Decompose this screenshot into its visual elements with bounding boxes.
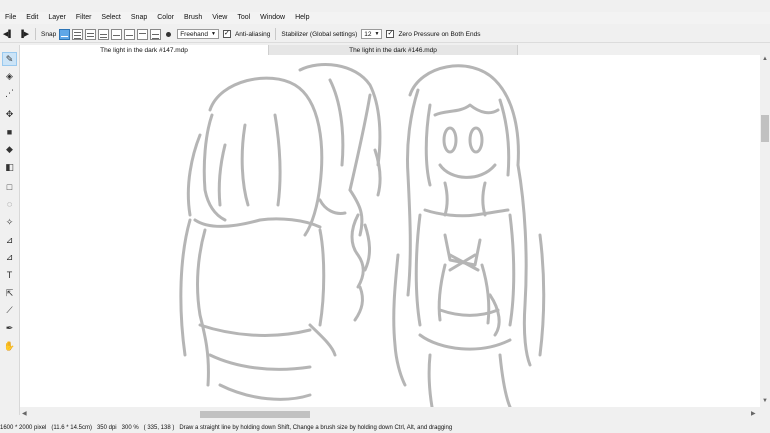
- status-bar: 1600 * 2000 pixel (11.6 * 14.5cm) 350 dp…: [0, 423, 770, 433]
- dpi-text: 350 dpi: [96, 425, 117, 431]
- snap-curve-icon[interactable]: [137, 28, 149, 40]
- hint-text: Draw a straight line by holding down Shi…: [179, 425, 453, 431]
- canvas-size-cm-text: (11.6 * 14.5cm): [51, 425, 92, 431]
- snap-parallel-icon[interactable]: [72, 28, 84, 40]
- horizontal-scroll-thumb[interactable]: [200, 411, 310, 418]
- menu-snap[interactable]: Snap: [126, 12, 152, 24]
- menu-file[interactable]: File: [0, 12, 21, 24]
- document-tabs: The light in the dark #147.mdp The light…: [20, 45, 760, 55]
- pen-tool-icon[interactable]: ✎: [2, 52, 17, 66]
- select-pen-tool-icon[interactable]: ⊿: [2, 233, 17, 247]
- magic-wand-tool-icon[interactable]: ✧: [2, 215, 17, 229]
- snap-radial-icon[interactable]: [111, 28, 123, 40]
- zero-pressure-label: Zero Pressure on Both Ends: [398, 30, 481, 38]
- chevron-down-icon: ▼: [374, 31, 380, 37]
- dot-tool-icon[interactable]: ⋰: [2, 86, 17, 100]
- chevron-down-icon: ▼: [211, 31, 216, 37]
- snap-label: Snap: [41, 30, 57, 38]
- stabilizer-value: 12: [364, 30, 372, 38]
- brush-mode-value: Freehand: [180, 30, 209, 38]
- menu-bar: File Edit Layer Filter Select Snap Color Brush V…: [0, 12, 770, 24]
- menu-filter[interactable]: Filter: [71, 12, 97, 24]
- menu-color[interactable]: Color: [152, 12, 179, 24]
- drawing-canvas[interactable]: [20, 55, 760, 407]
- eraser-tool-icon[interactable]: ◈: [2, 69, 17, 83]
- snap-circle-icon[interactable]: [124, 28, 136, 40]
- snap-perspective-icon[interactable]: [150, 28, 162, 40]
- divide-tool-icon[interactable]: ⟋: [2, 303, 17, 317]
- eyedropper-tool-icon[interactable]: ✒: [2, 321, 17, 335]
- canvas-size-text: 1600 * 2000 pixel: [0, 425, 47, 431]
- menu-layer[interactable]: Layer: [43, 12, 71, 24]
- antialias-checkbox[interactable]: ✓: [222, 30, 231, 38]
- stabilizer-select[interactable]: 12 ▼: [361, 29, 383, 39]
- tab-document-147[interactable]: The light in the dark #147.mdp: [20, 45, 269, 55]
- cursor-coords-text: ( 335, 138 ): [143, 425, 175, 431]
- select-eraser-tool-icon[interactable]: ⊿: [2, 250, 17, 264]
- text-tool-icon[interactable]: T: [2, 268, 17, 282]
- scroll-left-icon[interactable]: ◀: [22, 410, 27, 417]
- operation-tool-icon[interactable]: ⇱: [2, 286, 17, 300]
- toolbar-separator: [35, 28, 36, 40]
- menu-window[interactable]: Window: [255, 12, 290, 24]
- bucket-tool-icon[interactable]: ◆: [2, 142, 17, 156]
- menu-select[interactable]: Select: [96, 12, 125, 24]
- toolbar-separator: [275, 28, 277, 40]
- snap-off-icon[interactable]: [59, 28, 71, 40]
- tab-document-146[interactable]: The light in the dark #146.mdp: [269, 45, 518, 55]
- next-canvas-button[interactable]: ▐▶: [16, 28, 32, 41]
- zero-pressure-checkbox[interactable]: ✓: [386, 30, 395, 38]
- gradient-tool-icon[interactable]: ◧: [2, 160, 17, 174]
- scroll-right-icon[interactable]: ▶: [751, 410, 756, 417]
- select-tool-icon[interactable]: □: [2, 180, 17, 194]
- snap-grid-icon[interactable]: [85, 28, 97, 40]
- lasso-tool-icon[interactable]: ◌: [2, 197, 17, 211]
- vertical-scrollbar[interactable]: ▲ ▼: [760, 55, 770, 407]
- menu-view[interactable]: View: [207, 12, 232, 24]
- move-tool-icon[interactable]: ✥: [2, 107, 17, 121]
- scroll-up-icon[interactable]: ▲: [762, 56, 768, 62]
- antialias-label: Anti-aliasing: [234, 30, 271, 38]
- menu-edit[interactable]: Edit: [21, 12, 43, 24]
- toolbar: ◀▌ ▐▶ Snap Freehand ▼ ✓ Anti-aliasing Sta…: [0, 26, 770, 43]
- sketch-artwork: [179, 63, 546, 407]
- brush-mode-select[interactable]: Freehand ▼: [177, 29, 219, 39]
- vertical-scroll-thumb[interactable]: [761, 115, 769, 142]
- stabilizer-label: Stabilizer (Global settings): [281, 30, 358, 38]
- menu-help[interactable]: Help: [290, 12, 314, 24]
- snap-horizontal-icon[interactable]: [98, 28, 110, 40]
- zoom-text: 300 %: [121, 425, 139, 431]
- menu-tool[interactable]: Tool: [232, 12, 255, 24]
- scroll-down-icon[interactable]: ▼: [762, 398, 768, 404]
- tool-palette: ✎ ◈ ⋰ ✥ ■ ◆ ◧ □ ◌ ✧ ⊿ ⊿ T ⇱ ⟋ ✒ ✋: [0, 45, 20, 415]
- snap-settings-icon[interactable]: [166, 31, 172, 37]
- fill-rect-tool-icon[interactable]: ■: [2, 125, 17, 139]
- hand-tool-icon[interactable]: ✋: [2, 339, 17, 353]
- horizontal-scrollbar[interactable]: ◀ ▶: [20, 407, 760, 422]
- menu-brush[interactable]: Brush: [179, 12, 207, 24]
- prev-canvas-button[interactable]: ◀▌: [0, 28, 16, 41]
